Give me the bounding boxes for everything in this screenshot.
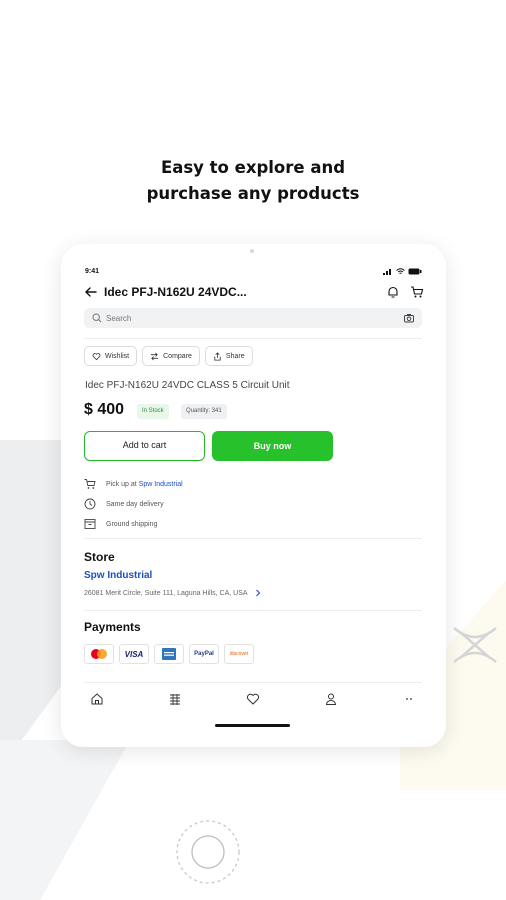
bell-icon[interactable]: [386, 285, 400, 299]
home-indicator: [215, 724, 290, 727]
bottom-tab-bar: [84, 684, 422, 714]
product-name: Idec PFJ-N162U 24VDC CLASS 5 Circuit Uni…: [85, 380, 290, 391]
store-section-title: Store: [84, 550, 115, 564]
headline-line-2: purchase any products: [146, 184, 360, 203]
compare-label: Compare: [163, 352, 192, 360]
signal-icon: [383, 269, 391, 275]
pickup-option[interactable]: Pick up at Spw Industrial: [84, 474, 183, 494]
add-to-cart-button[interactable]: Add to cart: [84, 431, 205, 461]
status-time: 9:41: [85, 268, 100, 275]
top-bar: Idec PFJ-N162U 24VDC...: [84, 284, 424, 302]
clock-icon: [84, 498, 96, 510]
store-address[interactable]: 26081 Merit Circle, Suite 111, Laguna Hi…: [84, 589, 262, 597]
back-arrow-icon[interactable]: [84, 285, 98, 299]
catalog-icon[interactable]: [168, 692, 182, 706]
camera-search-icon[interactable]: [404, 313, 414, 323]
divider: [84, 338, 422, 339]
visa-logo: VISA: [119, 644, 149, 664]
divider: [84, 610, 422, 611]
home-icon[interactable]: [90, 692, 104, 706]
share-label: Share: [225, 352, 245, 360]
compare-icon: [151, 352, 159, 360]
wishlist-label: Wishlist: [105, 352, 130, 360]
amex-logo: [154, 644, 184, 664]
marketing-headline: Easy to explore and purchase any product…: [0, 155, 506, 207]
box-icon: [84, 519, 96, 529]
fulfillment-options: Pick up at Spw Industrial Same day deliv…: [84, 474, 183, 534]
headline-line-1: Easy to explore and: [160, 158, 346, 177]
compare-button[interactable]: Compare: [142, 346, 200, 366]
paypal-text: PayPal: [194, 651, 214, 657]
search-input[interactable]: [106, 308, 366, 328]
search-icon: [92, 313, 102, 323]
camera-dot: [250, 249, 254, 253]
store-name-link[interactable]: Spw Industrial: [84, 570, 152, 581]
pickup-cart-icon: [84, 479, 96, 489]
payments-section-title: Payments: [84, 620, 141, 634]
product-actions: Wishlist Compare Share: [84, 346, 253, 366]
pickup-store-link[interactable]: Spw Industrial: [139, 481, 183, 488]
same-day-text: Same day delivery: [106, 500, 164, 508]
payment-methods: VISA PayPal discover: [84, 644, 254, 664]
tablet-frame: 9:41 Idec PFJ-N162U 24VDC... Wishlist Co…: [61, 244, 446, 747]
search-bar[interactable]: [84, 308, 422, 328]
share-button[interactable]: Share: [204, 346, 253, 366]
quantity-badge: Quantity: 341: [181, 404, 227, 419]
ground-text: Ground shipping: [106, 520, 158, 528]
heart-icon: [92, 352, 101, 360]
loading-spinner-icon: [176, 820, 240, 884]
share-icon: [214, 351, 221, 361]
divider: [84, 682, 422, 683]
profile-icon[interactable]: [324, 692, 338, 706]
more-icon[interactable]: [402, 692, 416, 706]
pickup-prefix: Pick up at: [106, 480, 137, 488]
page-title: Idec PFJ-N162U 24VDC...: [104, 285, 247, 299]
divider: [84, 538, 422, 539]
stock-badge: In Stock: [137, 404, 169, 419]
wishlist-button[interactable]: Wishlist: [84, 346, 138, 366]
cart-icon[interactable]: [410, 285, 424, 299]
heart-icon[interactable]: [246, 692, 260, 706]
mastercard-logo: [84, 644, 114, 664]
status-bar: 9:41: [85, 268, 422, 278]
status-icons: [383, 268, 422, 275]
brand-logo-icon: [453, 627, 497, 663]
store-address-text: 26081 Merit Circle, Suite 111, Laguna Hi…: [84, 589, 248, 597]
wifi-icon: [396, 268, 405, 274]
same-day-option[interactable]: Same day delivery: [84, 494, 183, 514]
product-price: $ 400: [84, 401, 125, 418]
ground-option[interactable]: Ground shipping: [84, 514, 183, 534]
buy-now-button[interactable]: Buy now: [212, 431, 333, 461]
pickup-text: Pick up at Spw Industrial: [106, 481, 183, 488]
discover-logo: discover: [224, 644, 254, 664]
paypal-logo: PayPal: [189, 644, 219, 664]
visa-text: VISA: [124, 649, 144, 659]
discover-text: discover: [229, 651, 249, 657]
battery-icon: [408, 268, 422, 275]
chevron-right-icon: [255, 589, 260, 597]
